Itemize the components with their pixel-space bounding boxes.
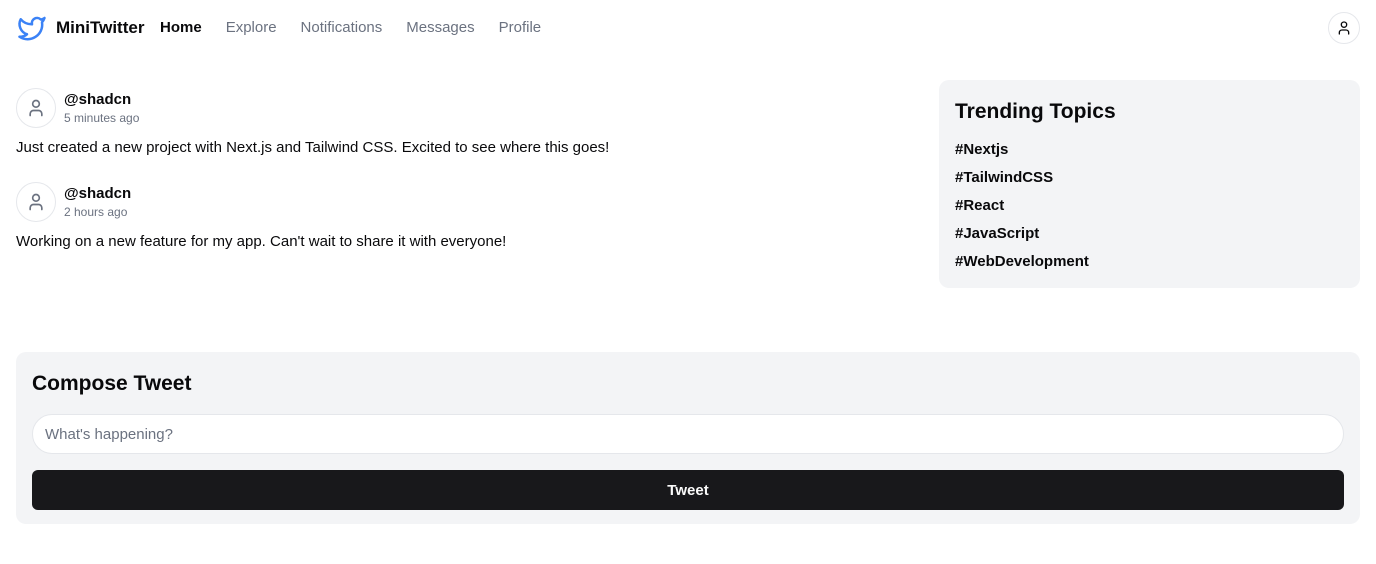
nav-messages[interactable]: Messages xyxy=(406,18,474,38)
tweet-button[interactable]: Tweet xyxy=(32,470,1344,510)
tweet-text: Just created a new project with Next.js … xyxy=(16,139,610,156)
main-nav: Home Explore Notifications Messages Prof… xyxy=(160,18,541,38)
trending-topic[interactable]: #TailwindCSS xyxy=(955,168,1344,188)
tweet-input[interactable] xyxy=(32,414,1344,454)
twitter-bird-icon xyxy=(18,16,46,41)
nav-explore[interactable]: Explore xyxy=(226,18,277,38)
avatar[interactable] xyxy=(16,182,56,222)
tweet-header: @shadcn 5 minutes ago xyxy=(16,88,916,128)
trending-topic[interactable]: #WebDevelopment xyxy=(955,252,1344,272)
nav-profile[interactable]: Profile xyxy=(499,18,542,38)
tweet-text: Working on a new feature for my app. Can… xyxy=(16,233,507,250)
nav-notifications[interactable]: Notifications xyxy=(301,18,383,38)
compose-title: Compose Tweet xyxy=(32,372,192,395)
profile-menu-button[interactable] xyxy=(1328,12,1360,44)
avatar[interactable] xyxy=(16,88,56,128)
app-name: MiniTwitter xyxy=(56,18,145,37)
tweet-meta: @shadcn 2 hours ago xyxy=(64,184,131,220)
trending-topic[interactable]: #Nextjs xyxy=(955,140,1344,160)
compose-tweet-panel: Compose Tweet Tweet xyxy=(16,352,1360,524)
user-icon xyxy=(29,193,43,211)
user-icon xyxy=(1338,21,1350,35)
tweet-card: @shadcn 2 hours ago Working on a new fea… xyxy=(16,182,916,252)
trending-title: Trending Topics xyxy=(955,100,1116,123)
trending-topic[interactable]: #JavaScript xyxy=(955,224,1344,244)
trending-topic[interactable]: #React xyxy=(955,196,1344,216)
nav-home[interactable]: Home xyxy=(160,18,202,38)
tweet-handle[interactable]: @shadcn xyxy=(64,90,139,110)
tweet-card: @shadcn 5 minutes ago Just created a new… xyxy=(16,88,916,158)
tweet-feed: @shadcn 5 minutes ago Just created a new… xyxy=(16,88,916,276)
tweet-handle[interactable]: @shadcn xyxy=(64,184,131,204)
tweet-header: @shadcn 2 hours ago xyxy=(16,182,916,222)
trending-panel: Trending Topics #Nextjs #TailwindCSS #Re… xyxy=(939,80,1360,288)
tweet-meta: @shadcn 5 minutes ago xyxy=(64,90,139,126)
user-icon xyxy=(29,99,43,117)
top-navbar: MiniTwitter Home Explore Notifications M… xyxy=(0,0,1376,56)
tweet-time: 2 hours ago xyxy=(64,205,128,219)
tweet-time: 5 minutes ago xyxy=(64,111,140,125)
brand[interactable]: MiniTwitter xyxy=(16,13,144,43)
